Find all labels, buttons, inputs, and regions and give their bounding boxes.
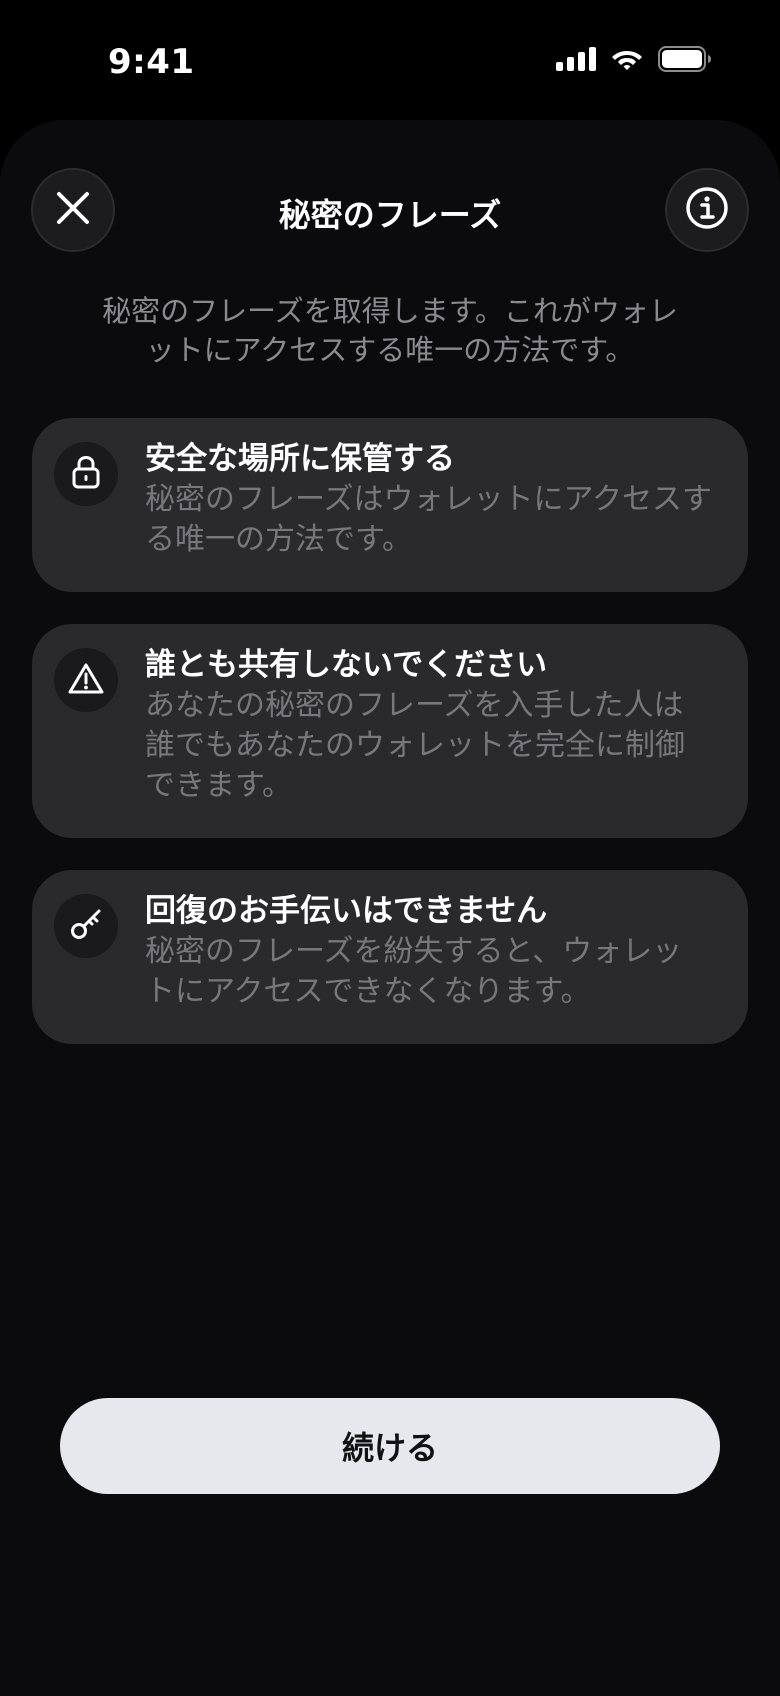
card-description: 秘密のフレーズはウォレットにアクセスする唯一の方法です。	[145, 482, 712, 557]
sheet-header: 秘密のフレーズ	[0, 168, 780, 254]
status-time: 9:41	[108, 42, 195, 82]
card-title: 回復のお手伝いはできません	[145, 893, 548, 929]
status-icons	[556, 46, 712, 72]
card-text: 回復のお手伝いはできません 秘密のフレーズを紛失すると、ウォレットにアクセスでき…	[145, 890, 712, 1012]
card-icon-wrapper	[54, 648, 118, 712]
battery-icon	[658, 46, 712, 72]
info-card-do-not-share: 誰とも共有しないでください あなたの秘密のフレーズを入手した人は誰でもあなたのウ…	[32, 624, 748, 838]
status-bar: 9:41	[0, 0, 780, 120]
card-icon-wrapper	[54, 442, 118, 506]
info-card-cannot-recover: 回復のお手伝いはできません 秘密のフレーズを紛失すると、ウォレットにアクセスでき…	[32, 870, 748, 1044]
info-button[interactable]	[665, 168, 749, 252]
card-text: 誰とも共有しないでください あなたの秘密のフレーズを入手した人は誰でもあなたのウ…	[145, 644, 712, 806]
page-title: 秘密のフレーズ	[278, 196, 502, 234]
warning-icon	[68, 662, 104, 698]
card-title: 安全な場所に保管する	[145, 441, 455, 477]
key-icon	[69, 907, 103, 945]
subtitle: 秘密のフレーズを取得します。これがウォレットにアクセスする唯一の方法です。	[102, 294, 678, 367]
lock-icon	[71, 455, 101, 493]
card-icon-wrapper	[54, 894, 118, 958]
continue-button[interactable]: 続ける	[60, 1398, 720, 1494]
info-icon	[685, 186, 729, 234]
cellular-signal-icon	[556, 47, 596, 71]
screen: 9:41 秘密のフレーズ 秘密のフレーズを取得します。これがウォレットにアクセス…	[0, 0, 780, 1696]
card-text: 安全な場所に保管する 秘密のフレーズはウォレットにアクセスする唯一の方法です。	[145, 438, 712, 560]
wifi-icon	[610, 46, 644, 72]
info-card-store-safely: 安全な場所に保管する 秘密のフレーズはウォレットにアクセスする唯一の方法です。	[32, 418, 748, 592]
card-title: 誰とも共有しないでください	[145, 647, 548, 683]
card-description: あなたの秘密のフレーズを入手した人は誰でもあなたのウォレットを完全に制御できます…	[145, 688, 685, 803]
card-description: 秘密のフレーズを紛失すると、ウォレットにアクセスできなくなります。	[145, 934, 683, 1009]
